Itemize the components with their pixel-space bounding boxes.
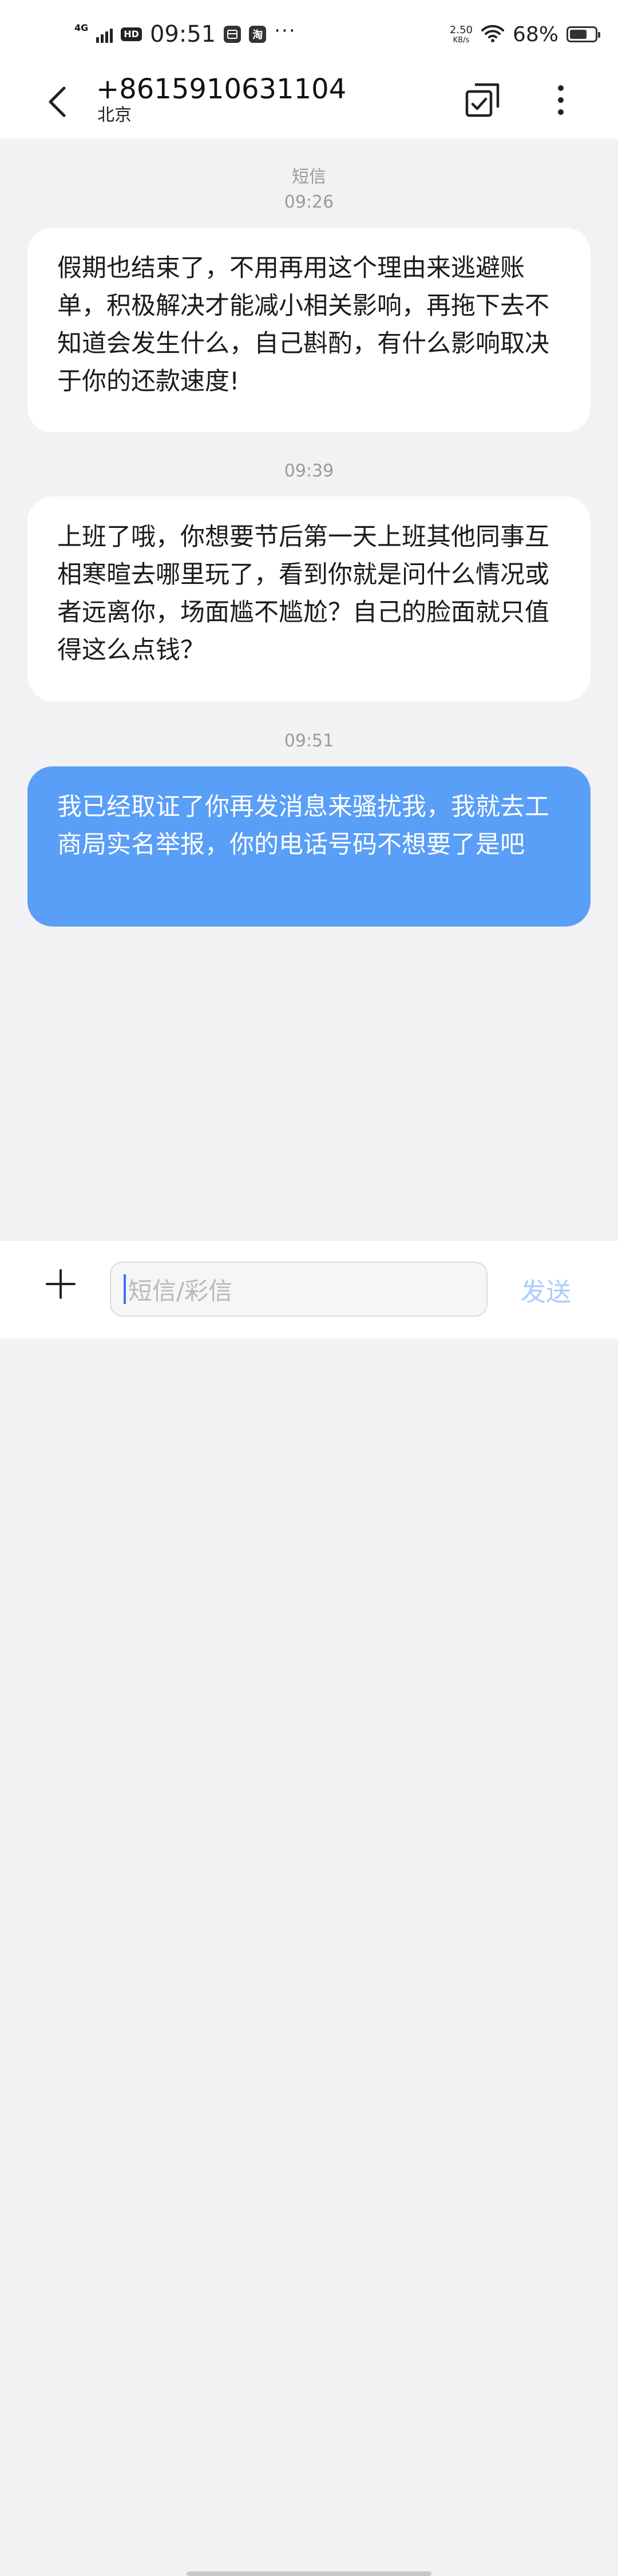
back-arrow-icon xyxy=(49,86,66,117)
multi-select-button[interactable] xyxy=(462,80,502,120)
more-vertical-icon xyxy=(558,85,564,115)
conversation-header: +8615910631104 北京 xyxy=(0,69,618,138)
message-bubble-incoming[interactable]: 假期也结束了，不用再用这个理由来逃避账单，积极解决才能减小相关影响，再拖下去不知… xyxy=(27,228,591,432)
net-speed-unit: KB/s xyxy=(453,35,470,45)
home-indicator[interactable] xyxy=(187,2571,431,2576)
status-right: 2.50 KB/s 68% xyxy=(450,17,600,51)
message-input[interactable]: 短信/彩信 xyxy=(110,1262,488,1317)
message-input-placeholder: 短信/彩信 xyxy=(128,1277,233,1305)
send-button[interactable]: 发送 xyxy=(521,1264,601,1315)
status-left: 4G HD 09:51 淘 ··· xyxy=(74,17,296,51)
back-button[interactable] xyxy=(40,79,74,125)
more-dots-icon: ··· xyxy=(274,19,296,42)
signal-icon xyxy=(96,26,113,43)
message-bubble-incoming[interactable]: 上班了哦，你想要节后第一天上班其他同事互相寒暄去哪里玩了，看到你就是问什么情况或… xyxy=(27,496,591,701)
message-timestamp: 09:39 xyxy=(284,461,334,481)
composer-bar: 短信/彩信 发送 xyxy=(0,1241,618,2576)
taobao-icon: 淘 xyxy=(249,26,267,43)
plus-icon xyxy=(46,1269,76,1299)
battery-icon xyxy=(566,26,600,42)
text-caret xyxy=(124,1274,126,1304)
add-attachment-button[interactable] xyxy=(43,1264,78,1304)
net-speed: 2.50 KB/s xyxy=(450,25,473,44)
message-bubble-outgoing[interactable]: 我已经取证了你再发消息来骚扰我，我就去工商局实名举报，你的电话号码不想要了是吧 xyxy=(27,766,591,927)
wallet-app-icon xyxy=(224,26,241,43)
hd-icon: HD xyxy=(121,27,142,41)
network-type-label: 4G xyxy=(74,22,89,33)
net-speed-value: 2.50 xyxy=(449,23,473,36)
more-options-button[interactable] xyxy=(544,80,578,120)
message-timestamp: 09:26 xyxy=(284,192,334,212)
message-list[interactable]: 短信 09:26 假期也结束了，不用再用这个理由来逃避账单，积极解决才能减小相关… xyxy=(0,138,618,1241)
battery-level xyxy=(570,30,587,39)
wifi-icon xyxy=(481,23,505,45)
status-time: 09:51 xyxy=(149,21,216,47)
contact-location: 北京 xyxy=(97,105,132,125)
multi-select-icon xyxy=(465,83,500,117)
channel-label: 短信 xyxy=(292,167,326,187)
message-timestamp: 09:51 xyxy=(284,731,334,751)
battery-percent: 68% xyxy=(512,22,558,46)
contact-number: +8615910631104 xyxy=(96,73,347,105)
status-bar: 4G HD 09:51 淘 ··· 2.50 KB/s 68% xyxy=(0,0,618,69)
